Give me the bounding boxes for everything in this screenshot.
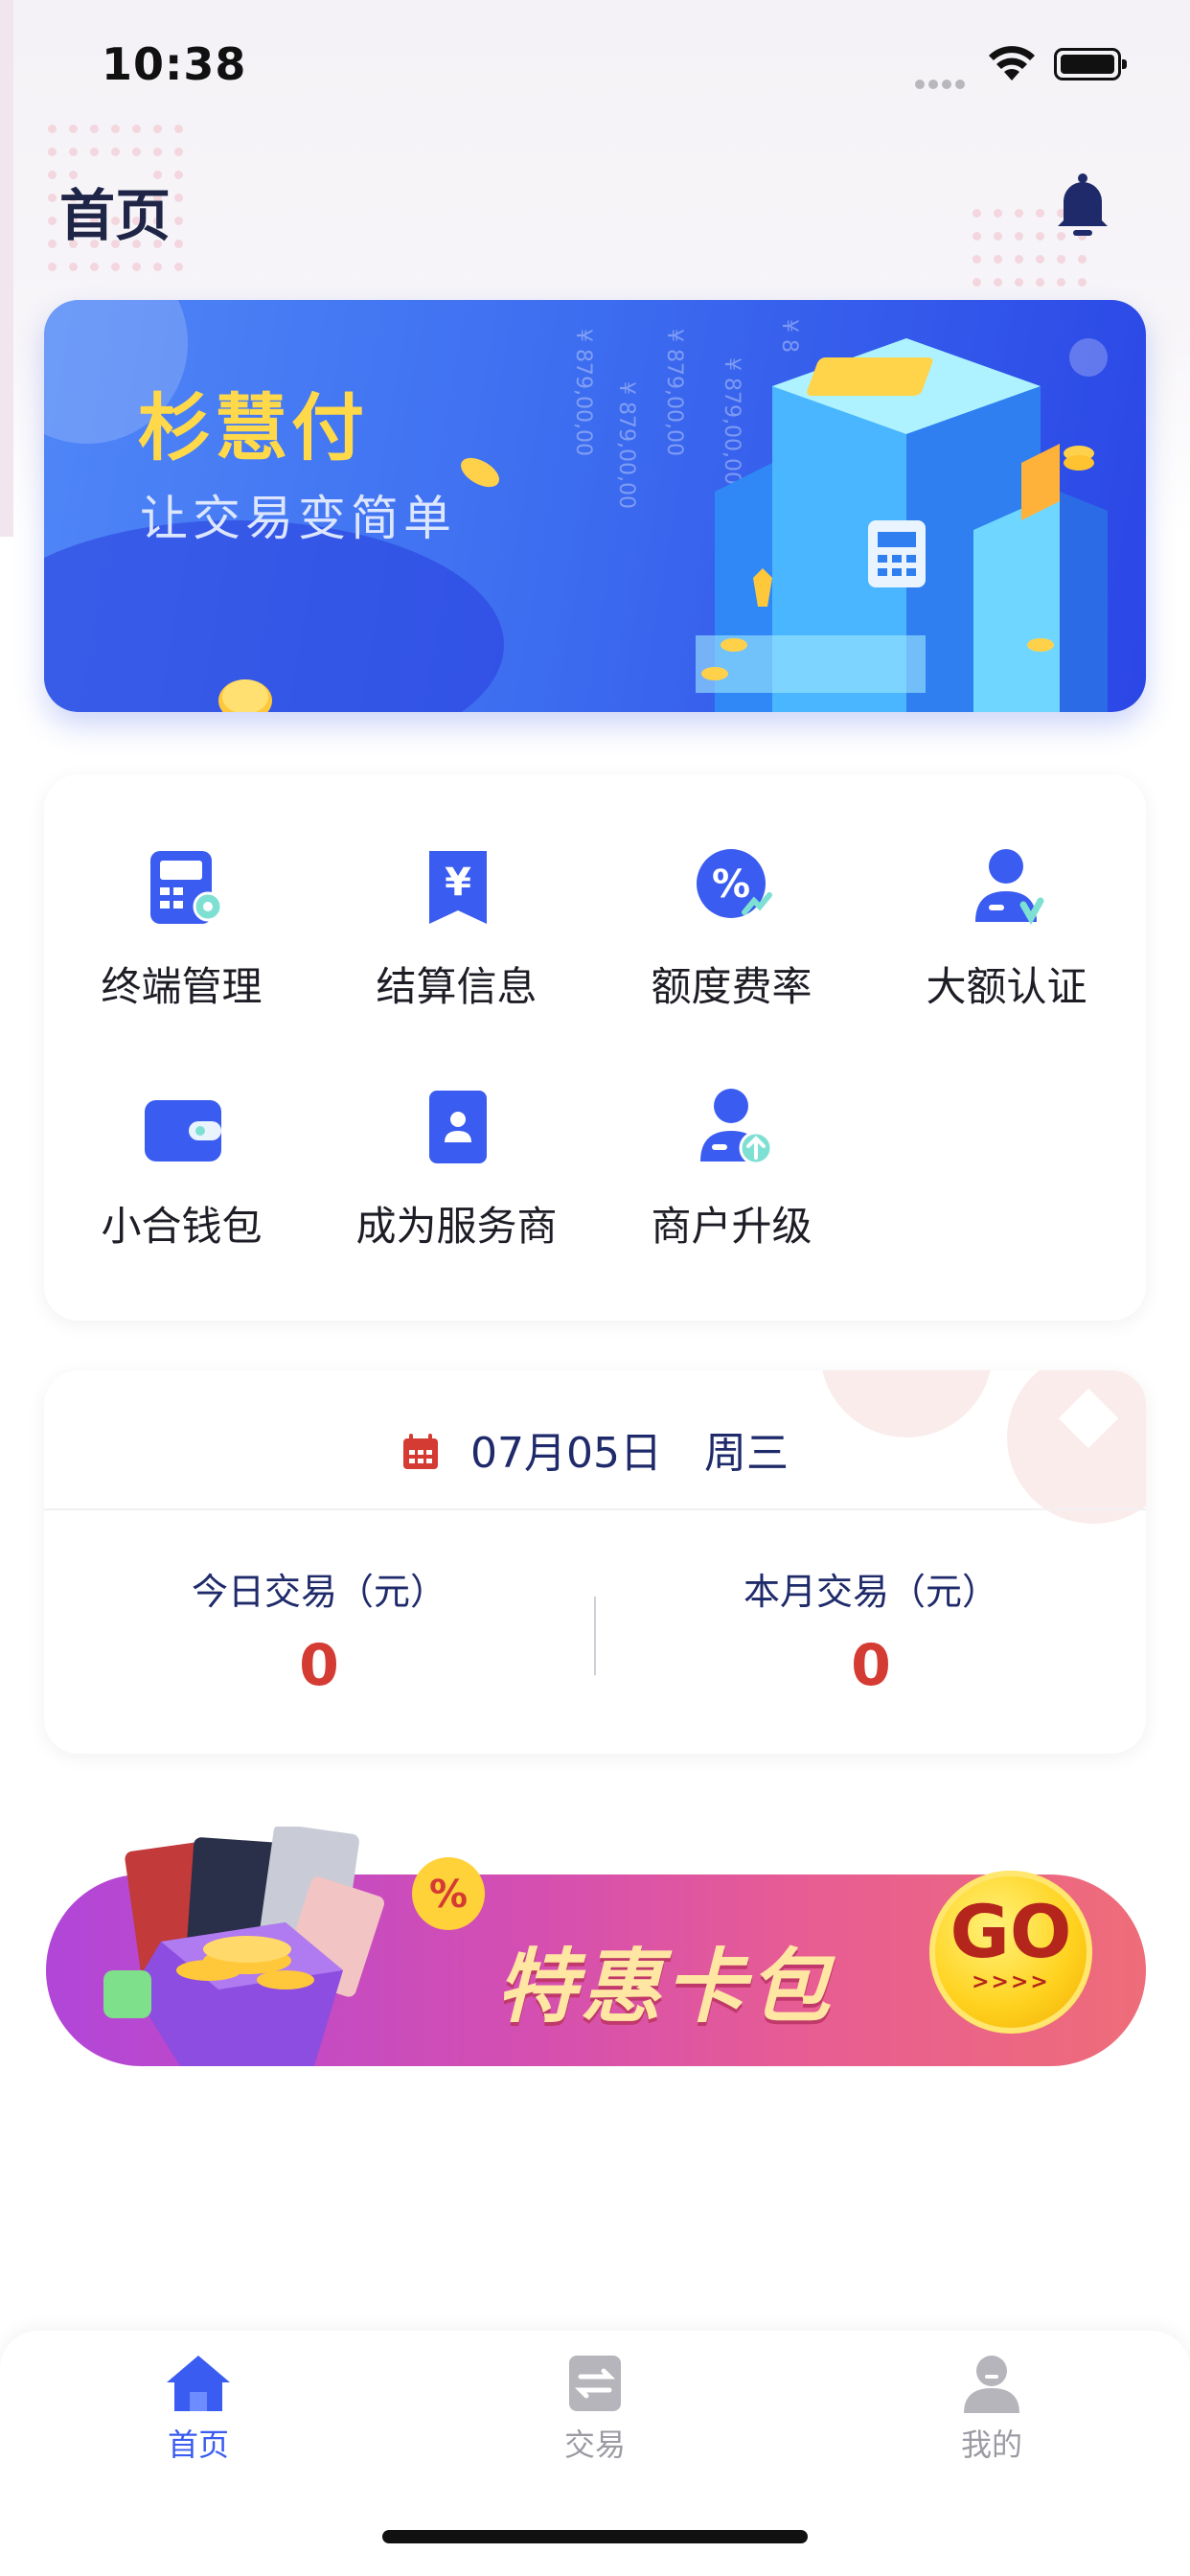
terminal-icon bbox=[150, 851, 223, 924]
go-label: GO bbox=[950, 1889, 1072, 1974]
tab-label: 我的 bbox=[960, 2426, 1022, 2463]
transaction-date: 07月05日 bbox=[470, 1429, 662, 1478]
rate-icon: % bbox=[697, 849, 772, 918]
month-transactions-label: 本月交易（元） bbox=[743, 1571, 998, 1613]
settlement-icon: ¥ bbox=[429, 851, 487, 924]
tab-label: 首页 bbox=[167, 2426, 229, 2463]
transaction-date-row: 07月05日 周三 bbox=[44, 1418, 1146, 1480]
home-icon bbox=[167, 2356, 230, 2411]
menu-item-verify[interactable]: 大额认证 bbox=[869, 774, 1144, 1010]
svg-text:%: % bbox=[712, 862, 750, 907]
promo-title: 特惠卡包 bbox=[496, 1940, 835, 2034]
month-transactions[interactable]: 本月交易（元） 0 bbox=[596, 1562, 1146, 1699]
upgrade-icon bbox=[700, 1089, 773, 1165]
menu-item-wallet[interactable]: 小合钱包 bbox=[44, 1014, 319, 1250]
page-title: 首页 bbox=[59, 183, 172, 248]
tab-label: 交易 bbox=[563, 2426, 626, 2463]
menu-item-upgrade[interactable]: 商户升级 bbox=[594, 1014, 869, 1250]
menu-item-label: 额度费率 bbox=[651, 963, 812, 1010]
status-time: 10:38 bbox=[102, 38, 247, 90]
profile-icon bbox=[964, 2356, 1019, 2413]
card-gift-box-icon: % bbox=[103, 1827, 485, 2066]
transaction-summary-card: 07月05日 周三 今日交易（元） 0 本月交易（元） 0 bbox=[44, 1370, 1146, 1754]
cellular-signal-icon bbox=[915, 75, 969, 93]
bell-icon[interactable] bbox=[1052, 172, 1113, 240]
menu-item-label: 商户升级 bbox=[651, 1203, 812, 1250]
menu-item-rate[interactable]: % 额度费率 bbox=[594, 774, 869, 1010]
decorative-strip bbox=[0, 0, 13, 537]
svg-text:%: % bbox=[429, 1873, 468, 1917]
coin-icon bbox=[218, 679, 272, 712]
verify-icon bbox=[975, 849, 1044, 926]
today-transactions-label: 今日交易（元） bbox=[191, 1571, 446, 1613]
wifi-icon bbox=[989, 46, 1035, 80]
function-menu: 终端管理 ¥ 结算信息 % 额度费率 大额认证 小合钱包 成为服务商 商户升级 bbox=[44, 774, 1146, 1321]
banner-subtitle: 让交易变简单 bbox=[140, 491, 456, 546]
calendar-icon bbox=[403, 1434, 438, 1469]
transaction-weekday: 周三 bbox=[703, 1429, 789, 1478]
menu-item-label: 结算信息 bbox=[376, 963, 538, 1010]
banner-money-text: ¥ 879,00,00 bbox=[614, 381, 638, 509]
tab-transactions[interactable]: 交易 bbox=[397, 2352, 793, 2465]
divider bbox=[44, 1508, 1146, 1510]
menu-item-label: 小合钱包 bbox=[101, 1203, 263, 1250]
menu-item-terminal[interactable]: 终端管理 bbox=[44, 774, 319, 1010]
banner-title: 杉慧付 bbox=[138, 385, 368, 471]
transaction-icon bbox=[569, 2356, 621, 2411]
home-indicator bbox=[382, 2530, 808, 2543]
menu-item-settlement[interactable]: ¥ 结算信息 bbox=[319, 774, 594, 1010]
hero-banner[interactable]: ¥ 879,00,00 ¥ 879,00,00 ¥ 879,00,00 ¥ 87… bbox=[44, 300, 1146, 712]
menu-item-label: 终端管理 bbox=[101, 963, 263, 1010]
provider-icon bbox=[429, 1091, 487, 1163]
wallet-icon bbox=[145, 1100, 221, 1162]
coin-icon bbox=[461, 457, 499, 488]
today-transactions[interactable]: 今日交易（元） 0 bbox=[44, 1562, 594, 1699]
today-transactions-value: 0 bbox=[299, 1632, 339, 1699]
building-illustration-icon bbox=[696, 338, 1108, 712]
tab-home[interactable]: 首页 bbox=[0, 2352, 397, 2465]
svg-text:¥: ¥ bbox=[445, 861, 471, 905]
menu-item-label: 大额认证 bbox=[926, 963, 1087, 1010]
battery-icon bbox=[1054, 48, 1127, 80]
banner-money-text: ¥ 879,00,00 bbox=[571, 329, 595, 456]
promo-banner[interactable]: % 特惠卡包 GO >>>> bbox=[46, 1827, 1146, 2066]
menu-item-label: 成为服务商 bbox=[355, 1203, 558, 1250]
go-button[interactable]: GO >>>> bbox=[929, 1871, 1092, 2034]
month-transactions-value: 0 bbox=[851, 1632, 891, 1699]
menu-item-provider[interactable]: 成为服务商 bbox=[319, 1014, 594, 1250]
tab-mine[interactable]: 我的 bbox=[793, 2352, 1190, 2465]
banner-decoration bbox=[44, 520, 504, 712]
